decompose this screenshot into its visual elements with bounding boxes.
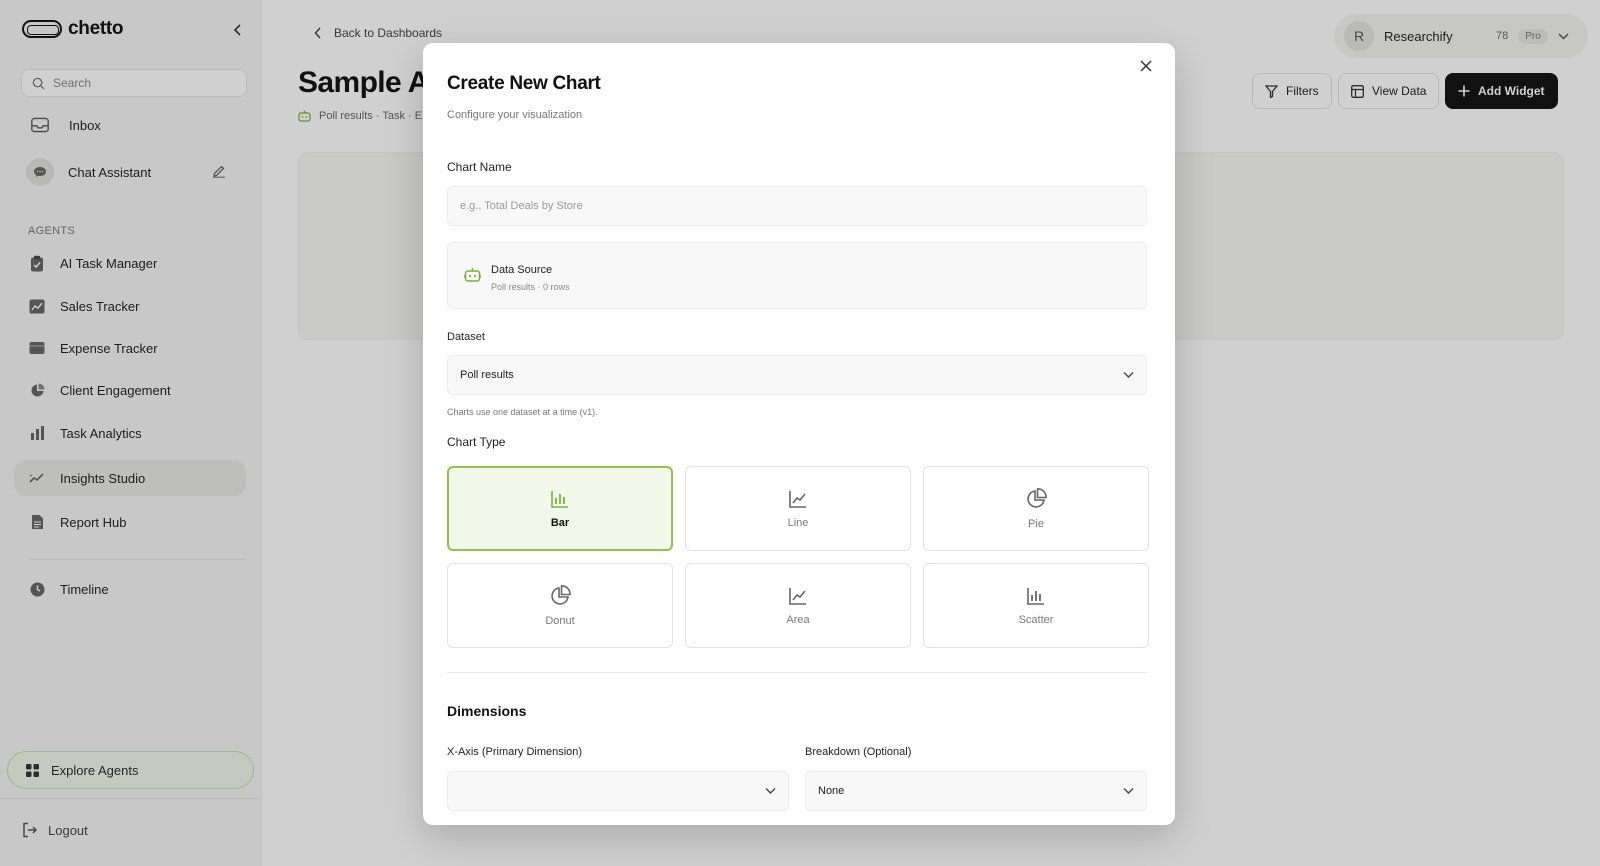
chart-type-pie[interactable]: Pie (923, 466, 1149, 551)
chart-name-input[interactable] (460, 200, 1120, 212)
data-source-subtitle: Poll results · 0 rows (491, 282, 570, 292)
dataset-label: Dataset (447, 331, 485, 343)
chart-type-bar[interactable]: Bar (447, 466, 673, 551)
breakdown-value: None (818, 785, 845, 797)
chevron-down-icon (1123, 788, 1134, 794)
dimensions-title: Dimensions (447, 703, 527, 719)
create-chart-modal: Create New Chart Configure your visualiz… (423, 43, 1175, 825)
dataset-hint: Charts use one dataset at a time (v1). (447, 407, 598, 417)
breakdown-label: Breakdown (Optional) (805, 746, 912, 758)
data-source-card: Data Source Poll results · 0 rows (447, 242, 1147, 309)
data-source-title: Data Source (491, 264, 553, 276)
chart-type-label: Donut (545, 614, 575, 627)
chart-type-label: Chart Type (447, 435, 506, 449)
chart-type-area[interactable]: Area (685, 563, 911, 648)
chevron-down-icon (1123, 372, 1134, 378)
chart-type-line[interactable]: Line (685, 466, 911, 551)
donut-chart-icon (551, 584, 571, 605)
area-chart-icon (789, 587, 806, 605)
chart-type-scatter[interactable]: Scatter (923, 563, 1149, 648)
x-axis-label: X-Axis (Primary Dimension) (447, 746, 583, 758)
robot-icon (464, 268, 481, 282)
chart-type-label: Bar (550, 516, 570, 529)
dataset-value: Poll results (460, 369, 514, 381)
scatter-chart-icon (1027, 587, 1044, 605)
close-icon (1140, 60, 1152, 72)
breakdown-select[interactable]: None (805, 771, 1147, 811)
modal-subtitle: Configure your visualization (447, 109, 583, 121)
chart-name-label: Chart Name (447, 160, 512, 174)
chart-type-label: Pie (1028, 517, 1044, 530)
chart-type-donut[interactable]: Donut (447, 563, 673, 648)
line-chart-icon (789, 490, 806, 508)
bar-chart-icon (551, 490, 568, 508)
chart-name-field[interactable] (447, 186, 1147, 226)
modal-divider (447, 672, 1147, 673)
dataset-select[interactable]: Poll results (447, 355, 1147, 395)
modal-title: Create New Chart (447, 73, 601, 94)
x-axis-select[interactable] (447, 771, 789, 811)
chart-type-label: Area (786, 613, 810, 626)
close-modal-button[interactable] (1137, 57, 1155, 75)
pie-chart-icon (1027, 487, 1047, 508)
chart-type-label: Line (787, 516, 809, 529)
chevron-down-icon (765, 788, 776, 794)
chart-type-label: Scatter (1018, 613, 1054, 626)
